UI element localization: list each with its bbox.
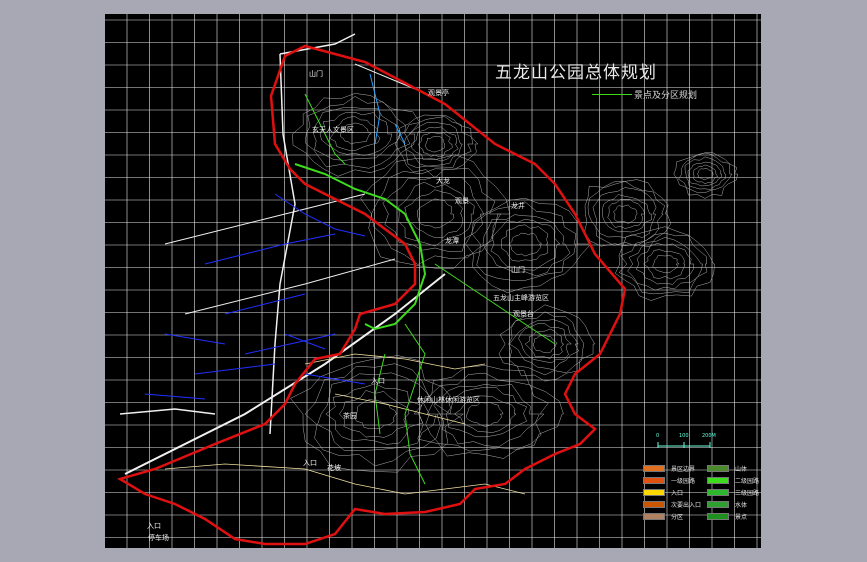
contour-line <box>394 114 479 179</box>
legend-label: 一级园路 <box>671 477 696 485</box>
park-boundary <box>116 44 627 546</box>
zone-label: 玄天人文景区 <box>312 126 354 134</box>
legend-swatch <box>643 512 665 520</box>
contour-line <box>465 197 592 293</box>
map-label: 入口 <box>303 459 317 467</box>
legend-swatch <box>707 476 729 484</box>
legend-swatch <box>707 488 729 496</box>
contour-line <box>508 311 585 376</box>
legend-item: 入口 <box>643 488 684 497</box>
cad-viewport: 五龙山公园总体规划 景点及分区规划 玄天人文景区 五龙山主峰游览区 休闲山林休闲… <box>0 0 867 562</box>
road-south <box>119 408 216 415</box>
legend-swatch <box>643 500 665 508</box>
contour-line <box>360 154 511 269</box>
contour-line <box>354 399 398 429</box>
legend-label: 三级园路 <box>735 489 760 497</box>
contour-line <box>614 226 715 301</box>
contour-line <box>398 181 475 247</box>
contour-line <box>684 156 727 190</box>
legend-label: 二级园路 <box>735 477 760 485</box>
map-label: 山门 <box>511 266 525 274</box>
map-label: 观景 <box>455 197 469 205</box>
terrain-contours <box>290 93 739 473</box>
contour-line <box>687 161 722 187</box>
legend-label: 景区边界 <box>671 465 696 473</box>
legend-label: 分区 <box>671 513 684 521</box>
contour-line <box>398 116 474 168</box>
legend-item: 景区边界 <box>643 464 696 473</box>
drawing-canvas: 五龙山公园总体规划 景点及分区规划 玄天人文景区 五龙山主峰游览区 休闲山林休闲… <box>105 14 761 548</box>
road-east <box>354 63 416 90</box>
road-north-south <box>269 53 296 435</box>
scale-label: 200M <box>702 433 716 439</box>
legend-swatch <box>643 464 665 472</box>
contour-line <box>509 232 543 257</box>
contour-line <box>533 335 558 354</box>
legend-swatch <box>643 476 665 484</box>
contour-line <box>673 152 739 199</box>
legend-item: 三级园路 <box>707 488 760 497</box>
contour-line <box>418 132 453 158</box>
legend-label: 水体 <box>735 501 748 509</box>
legend-label: 景点 <box>735 513 748 521</box>
zone-label: 五龙山主峰游览区 <box>493 294 549 302</box>
legend-swatch <box>643 488 665 496</box>
map-label: 停车场 <box>148 534 169 542</box>
legend-swatch <box>707 464 729 472</box>
legend-item: 次要出入口 <box>643 500 702 509</box>
subtitle-legend-line <box>592 94 632 95</box>
contour-line <box>643 249 686 280</box>
contour-line <box>696 168 714 180</box>
map-label: 入口 <box>147 522 161 530</box>
map-label: 龙井 <box>511 202 525 210</box>
contour-line <box>652 255 680 274</box>
map-label: 茶园 <box>343 412 357 420</box>
contour-line <box>465 402 504 427</box>
contour-line <box>635 243 695 285</box>
legend-swatch <box>707 512 729 520</box>
legend-label: 次要出入口 <box>671 501 702 509</box>
legend-item: 二级园路 <box>707 476 760 485</box>
contour-line <box>417 198 455 229</box>
road-northwest <box>279 33 356 55</box>
map-label: 大龙 <box>436 177 450 185</box>
legend-item: 一级园路 <box>643 476 696 485</box>
road-west <box>164 193 366 245</box>
legend-item: 水体 <box>707 500 748 509</box>
map-label: 观景亭 <box>428 89 449 97</box>
contour-line <box>524 328 565 359</box>
map-label: 山门 <box>309 70 323 78</box>
legend-swatch <box>707 500 729 508</box>
contour-line <box>693 164 719 185</box>
legend-label: 山体 <box>735 465 748 473</box>
contour-line <box>433 384 540 448</box>
map-label: 龙潭 <box>445 237 459 245</box>
contour-line <box>613 204 638 224</box>
plan-subtitle: 景点及分区规划 <box>634 91 698 101</box>
map-label: 入口 <box>371 377 385 385</box>
plan-title: 五龙山公园总体规划 <box>495 63 657 83</box>
contour-line <box>607 198 646 229</box>
park-trails <box>164 353 526 495</box>
scale-label: 100 <box>679 433 689 439</box>
zone-label: 休闲山林休闲游览区 <box>417 396 480 404</box>
scale-label: 0 <box>656 433 660 439</box>
legend-item: 景点 <box>707 512 748 521</box>
legend-label: 入口 <box>671 489 684 497</box>
map-label: 观景台 <box>513 310 534 318</box>
map-label: 花坡 <box>327 464 341 472</box>
legend-item: 分区 <box>643 512 684 521</box>
legend-item: 山体 <box>707 464 748 473</box>
contour-line <box>509 319 579 371</box>
